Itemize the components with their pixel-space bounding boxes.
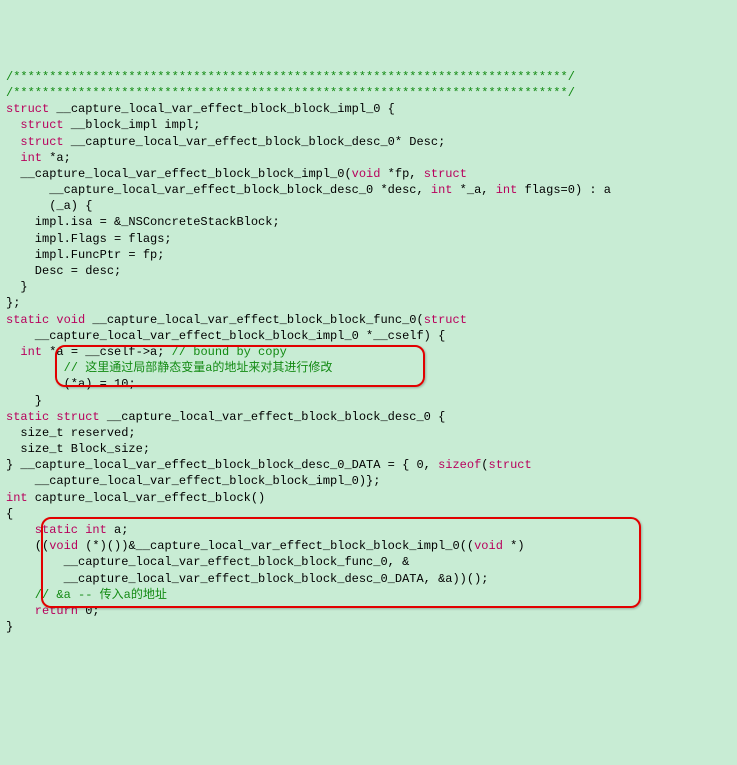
code-line: }; xyxy=(6,295,731,311)
code-line: size_t reserved; xyxy=(6,425,731,441)
comment-rule: /***************************************… xyxy=(6,69,731,85)
code-line: } xyxy=(6,393,731,409)
code-line: __capture_local_var_effect_block_block_i… xyxy=(6,473,731,489)
code-line: (_a) { xyxy=(6,198,731,214)
code-line: impl.Flags = flags; xyxy=(6,231,731,247)
code-line: size_t Block_size; xyxy=(6,441,731,457)
code-line: __capture_local_var_effect_block_block_f… xyxy=(6,554,731,570)
code-line: impl.FuncPtr = fp; xyxy=(6,247,731,263)
code-line: (*a) = 10; xyxy=(6,376,731,392)
code-line: __capture_local_var_effect_block_block_i… xyxy=(6,328,731,344)
code-line: { xyxy=(6,506,731,522)
code-line: } xyxy=(6,279,731,295)
comment-line: // 这里通过局部静态变量a的地址来对其进行修改 xyxy=(6,360,731,376)
code-line: static struct __capture_local_var_effect… xyxy=(6,409,731,425)
code-line: struct __block_impl impl; xyxy=(6,117,731,133)
code-line: int *a = __cself->a; // bound by copy xyxy=(6,344,731,360)
code-line: } xyxy=(6,619,731,635)
comment-line: // &a -- 传入a的地址 xyxy=(6,587,731,603)
code-line: int *a; xyxy=(6,150,731,166)
code-line: } __capture_local_var_effect_block_block… xyxy=(6,457,731,473)
code-line: static void __capture_local_var_effect_b… xyxy=(6,312,731,328)
code-line: static int a; xyxy=(6,522,731,538)
code-block: /***************************************… xyxy=(6,69,731,636)
code-line: int capture_local_var_effect_block() xyxy=(6,490,731,506)
code-line: __capture_local_var_effect_block_block_d… xyxy=(6,182,731,198)
comment-rule: /***************************************… xyxy=(6,85,731,101)
code-line: __capture_local_var_effect_block_block_i… xyxy=(6,166,731,182)
code-line: __capture_local_var_effect_block_block_d… xyxy=(6,571,731,587)
code-line: impl.isa = &_NSConcreteStackBlock; xyxy=(6,214,731,230)
code-line: struct __capture_local_var_effect_block_… xyxy=(6,134,731,150)
code-line: ((void (*)())&__capture_local_var_effect… xyxy=(6,538,731,554)
code-line: struct __capture_local_var_effect_block_… xyxy=(6,101,731,117)
code-line: return 0; xyxy=(6,603,731,619)
code-line: Desc = desc; xyxy=(6,263,731,279)
